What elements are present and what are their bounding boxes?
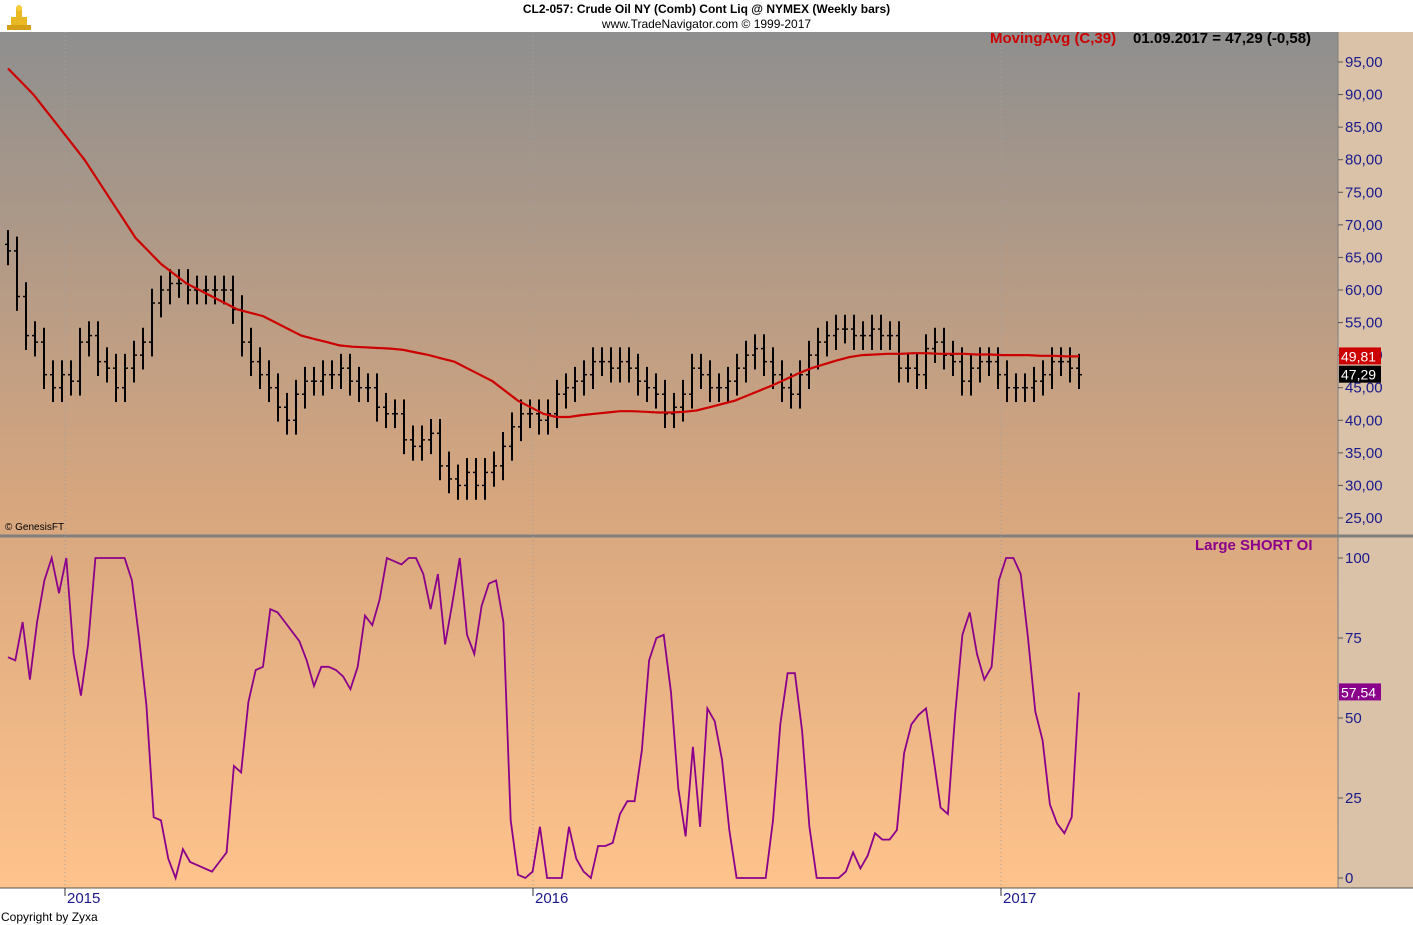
- price-tick-label: 40,00: [1345, 412, 1383, 429]
- chart-canvas: 95,00 90,00 85,00 80,00 75,00 70,00 65,00 60,00…: [0, 32, 1413, 925]
- indicator-label: Large SHORT OI: [1195, 537, 1313, 554]
- price-tick-label: 25,00: [1345, 510, 1383, 527]
- indicator-tick-label: 25: [1345, 790, 1362, 807]
- ma-value-badge: 49,81: [1341, 348, 1376, 364]
- data-credit: © GenesisFT: [5, 522, 65, 533]
- chart-title: CL2-057: Crude Oil NY (Comb) Cont Liq @ …: [522, 2, 891, 16]
- x-tick-label: 2015: [67, 890, 100, 907]
- price-tick-label: 85,00: [1345, 119, 1383, 136]
- price-tick-label: 55,00: [1345, 315, 1383, 332]
- price-tick-label: 95,00: [1345, 54, 1383, 71]
- price-value-badge: 47,29: [1341, 367, 1376, 383]
- price-tick-label: 65,00: [1345, 249, 1383, 266]
- copyright-text: Copyright by Zyxa: [1, 910, 98, 924]
- price-tick-label: 35,00: [1345, 445, 1383, 462]
- price-tick-label: 30,00: [1345, 477, 1383, 494]
- price-tick-label: 75,00: [1345, 184, 1383, 201]
- moving-average-value: 01.09.2017 = 47,29 (-0,58): [1133, 30, 1312, 47]
- chart-subtitle: www.TradeNavigator.com © 1999-2017: [601, 17, 812, 31]
- x-axis-band: [0, 889, 1413, 925]
- indicator-tick-label: 100: [1345, 550, 1370, 567]
- indicator-tick-label: 75: [1345, 630, 1362, 647]
- x-tick-label: 2016: [535, 890, 568, 907]
- indicator-value-badge: 57,54: [1341, 684, 1376, 700]
- price-tick-label: 70,00: [1345, 217, 1383, 234]
- chart-background: [0, 32, 1338, 888]
- price-tick-label: 80,00: [1345, 152, 1383, 169]
- indicator-tick-label: 50: [1345, 710, 1362, 727]
- moving-average-label: MovingAvg (C,39): [990, 30, 1117, 47]
- indicator-tick-label: 0: [1345, 870, 1353, 887]
- price-tick-label: 90,00: [1345, 87, 1383, 104]
- x-tick-label: 2017: [1003, 890, 1036, 907]
- price-tick-label: 60,00: [1345, 282, 1383, 299]
